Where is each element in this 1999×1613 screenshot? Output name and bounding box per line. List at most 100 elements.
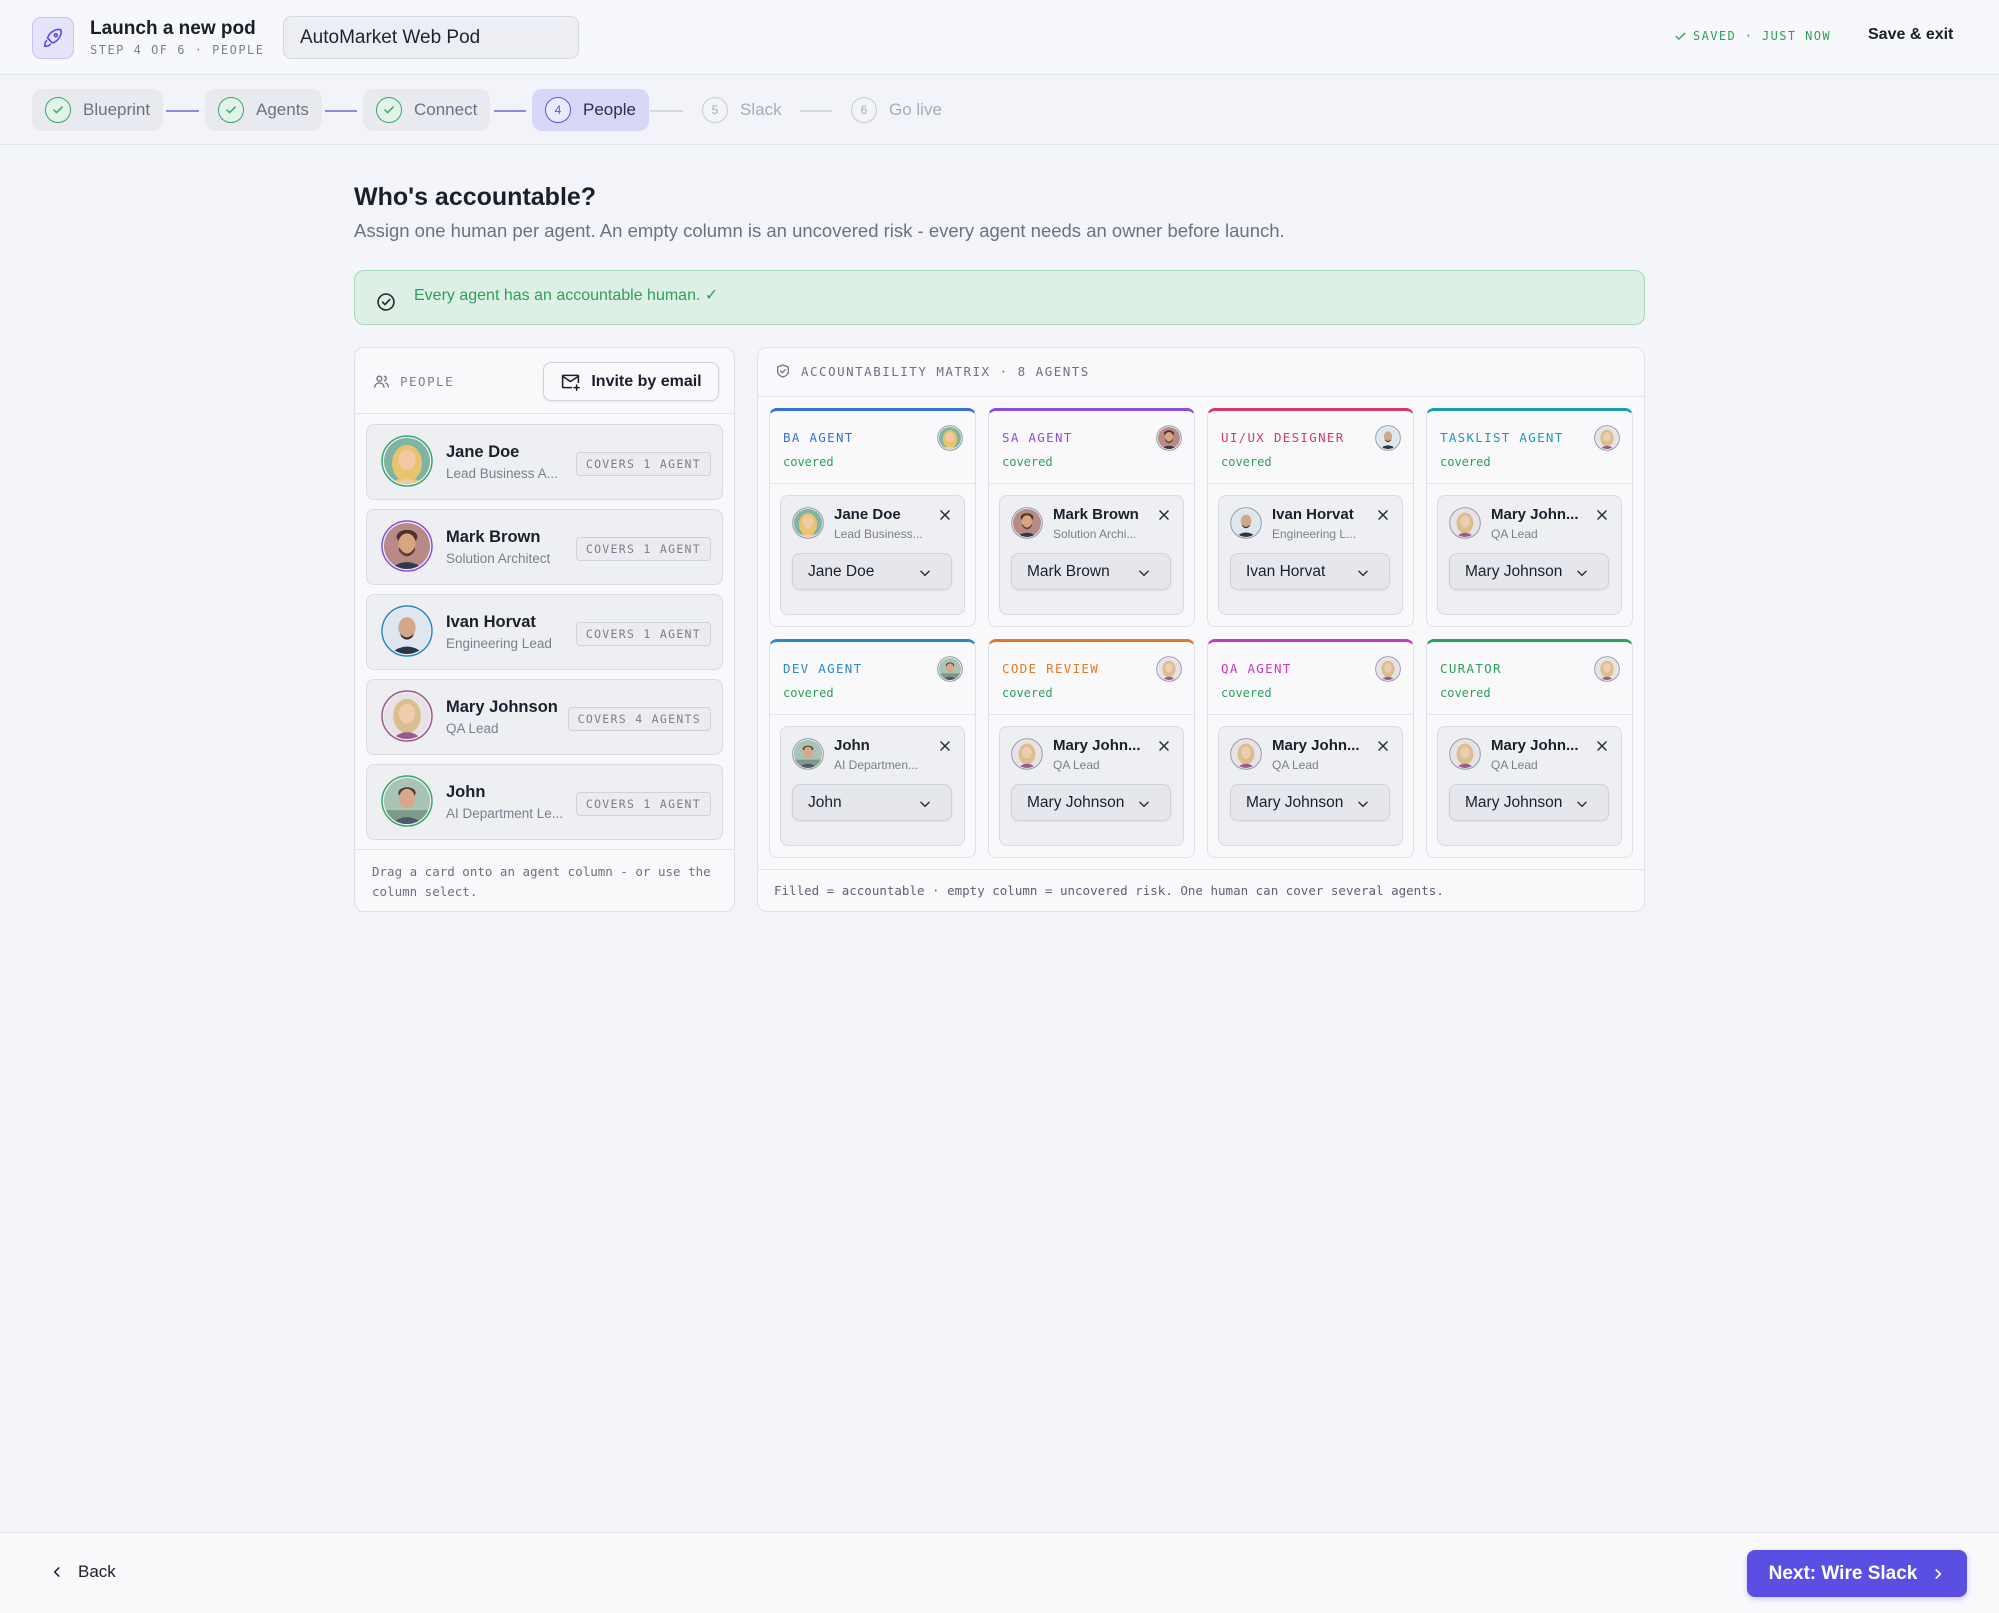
assigned-person-card[interactable]: Mary John... QA Lead Mary Johnson <box>999 726 1184 846</box>
assigned-person-name: Mary John... <box>1053 737 1141 754</box>
step-label: Blueprint <box>83 100 151 119</box>
agent-column[interactable]: CODE REVIEW covered Mary John... QA Lead… <box>988 639 1195 858</box>
assigned-person-card[interactable]: Mary John... QA Lead Mary Johnson <box>1218 726 1403 846</box>
person-card-john[interactable]: John AI Department Le... COVERS 1 AGENT <box>366 764 723 840</box>
assigned-person-role: QA Lead <box>1491 758 1538 772</box>
agent-name: QA AGENT <box>1221 661 1292 676</box>
close-icon[interactable] <box>937 507 953 523</box>
agent-name: UI/UX DESIGNER <box>1221 430 1345 445</box>
coverage-status: covered <box>1002 455 1053 469</box>
agent-column[interactable]: UI/UX DESIGNER covered Ivan Horvat Engin… <box>1207 408 1414 627</box>
assigned-person-card[interactable]: John AI Departmen... John <box>780 726 965 846</box>
agent-name: DEV AGENT <box>783 661 863 676</box>
owner-select[interactable]: Mary Johnson <box>1449 553 1609 590</box>
avatar <box>381 605 433 657</box>
step-go-live[interactable]: 6 Go live <box>838 89 955 131</box>
coverage-status: covered <box>1002 686 1053 700</box>
person-card-mary-johnson[interactable]: Mary Johnson QA Lead COVERS 4 AGENTS <box>366 679 723 755</box>
owner-select[interactable]: Mary Johnson <box>1449 784 1609 821</box>
assigned-person-role: QA Lead <box>1272 758 1319 772</box>
avatar <box>381 775 433 827</box>
divider <box>1208 483 1413 484</box>
close-icon[interactable] <box>1375 507 1391 523</box>
divider <box>770 714 975 715</box>
owner-select[interactable]: Ivan Horvat <box>1230 553 1390 590</box>
close-icon[interactable] <box>1594 738 1610 754</box>
step-blueprint[interactable]: Blueprint <box>32 89 164 131</box>
agent-column[interactable]: DEV AGENT covered John AI Departmen... J… <box>769 639 976 858</box>
mail-plus-icon <box>562 374 581 392</box>
assigned-person-role: Solution Archi... <box>1053 527 1137 541</box>
agent-name: CODE REVIEW <box>1002 661 1100 676</box>
check-circle-icon <box>376 97 402 123</box>
avatar <box>1230 507 1262 539</box>
person-card-mark-brown[interactable]: Mark Brown Solution Architect COVERS 1 A… <box>366 509 723 585</box>
step-connector <box>650 110 683 112</box>
section-description: Assign one human per agent. An empty col… <box>354 220 1285 241</box>
assigned-person-card[interactable]: Jane Doe Lead Business... Jane Doe <box>780 495 965 615</box>
step-connect[interactable]: Connect <box>363 89 491 131</box>
step-agents[interactable]: Agents <box>205 89 322 131</box>
matrix-header: ACCOUNTABILITY MATRIX · 8 AGENTS <box>775 363 1090 379</box>
people-panel: PEOPLE Invite by email Jane Doe Lead Bus… <box>354 347 735 912</box>
agent-name: BA AGENT <box>783 430 854 445</box>
coverage-badge: COVERS 4 AGENTS <box>567 707 711 731</box>
people-panel-header: PEOPLE Invite by email <box>355 348 734 414</box>
invite-by-email-button[interactable]: Invite by email <box>543 362 719 401</box>
step-people[interactable]: 4 People <box>532 89 649 131</box>
agent-name: TASKLIST AGENT <box>1440 430 1564 445</box>
person-name: Jane Doe <box>446 443 520 461</box>
step-connector <box>166 110 199 112</box>
stepper: Blueprint Agents Connect 4 People 5 Slac… <box>0 75 1999 145</box>
agent-name: CURATOR <box>1440 661 1502 676</box>
save-exit-button[interactable]: Save & exit <box>1868 26 1953 44</box>
page-title: Launch a new pod <box>90 18 256 39</box>
avatar <box>1156 656 1182 682</box>
agent-column[interactable]: TASKLIST AGENT covered Mary John... QA L… <box>1426 408 1633 627</box>
owner-select-value: Mary Johnson <box>1465 794 1563 811</box>
step-indicator: STEP 4 OF 6 · PEOPLE <box>90 43 265 57</box>
person-name: Mark Brown <box>446 528 541 546</box>
close-icon[interactable] <box>1156 738 1172 754</box>
agent-column[interactable]: SA AGENT covered Mark Brown Solution Arc… <box>988 408 1195 627</box>
agent-column[interactable]: BA AGENT covered Jane Doe Lead Business.… <box>769 408 976 627</box>
person-name: Ivan Horvat <box>446 613 536 631</box>
person-card-jane-doe[interactable]: Jane Doe Lead Business A... COVERS 1 AGE… <box>366 424 723 500</box>
step-label: Slack <box>740 100 782 119</box>
person-role: Lead Business A... <box>446 466 558 481</box>
divider <box>770 483 975 484</box>
agent-column[interactable]: CURATOR covered Mary John... QA Lead Mar… <box>1426 639 1633 858</box>
avatar <box>1156 425 1182 451</box>
owner-select[interactable]: John <box>792 784 952 821</box>
owner-select[interactable]: Jane Doe <box>792 553 952 590</box>
avatar <box>1449 507 1481 539</box>
step-slack[interactable]: 5 Slack <box>689 89 795 131</box>
back-button[interactable]: Back <box>50 1562 116 1582</box>
back-label: Back <box>78 1562 116 1581</box>
chevron-down-icon <box>1577 570 1587 577</box>
agent-column[interactable]: QA AGENT covered Mary John... QA Lead Ma… <box>1207 639 1414 858</box>
close-icon[interactable] <box>1375 738 1391 754</box>
agent-name: SA AGENT <box>1002 430 1073 445</box>
person-name: Mary Johnson <box>446 698 558 716</box>
next-button[interactable]: Next: Wire Slack <box>1747 1550 1967 1597</box>
assigned-person-card[interactable]: Ivan Horvat Engineering L... Ivan Horvat <box>1218 495 1403 615</box>
assigned-person-card[interactable]: Mark Brown Solution Archi... Mark Brown <box>999 495 1184 615</box>
owner-select[interactable]: Mary Johnson <box>1230 784 1390 821</box>
person-card-ivan-horvat[interactable]: Ivan Horvat Engineering Lead COVERS 1 AG… <box>366 594 723 670</box>
people-label: PEOPLE <box>373 373 454 390</box>
owner-select[interactable]: Mary Johnson <box>1011 784 1171 821</box>
owner-select[interactable]: Mark Brown <box>1011 553 1171 590</box>
assigned-person-card[interactable]: Mary John... QA Lead Mary Johnson <box>1437 726 1622 846</box>
avatar <box>1011 507 1043 539</box>
assigned-person-card[interactable]: Mary John... QA Lead Mary Johnson <box>1437 495 1622 615</box>
close-icon[interactable] <box>1156 507 1172 523</box>
chevron-down-icon <box>1358 570 1368 577</box>
close-icon[interactable] <box>937 738 953 754</box>
pod-name-input[interactable] <box>283 16 579 59</box>
owner-select-value: Mary Johnson <box>1465 563 1563 580</box>
close-icon[interactable] <box>1594 507 1610 523</box>
coverage-badge: COVERS 1 AGENT <box>575 792 711 816</box>
avatar <box>1375 656 1401 682</box>
success-banner-text: Every agent has an accountable human. ✓ <box>414 287 719 304</box>
